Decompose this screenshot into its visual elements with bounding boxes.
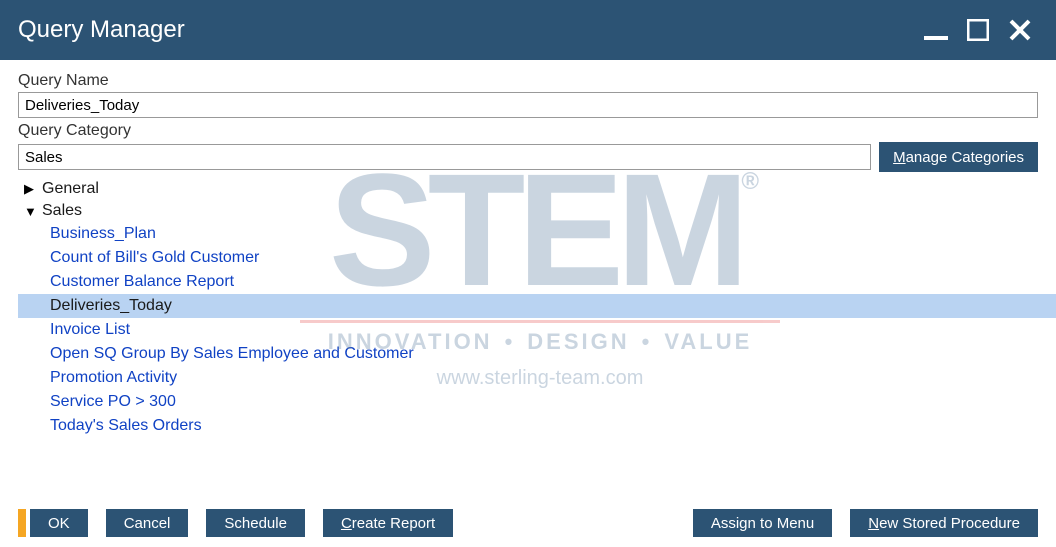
tree-item[interactable]: Count of Bill's Gold Customer	[46, 246, 1038, 270]
tree-item-selected[interactable]: Deliveries_Today	[18, 294, 1056, 318]
cancel-button[interactable]: Cancel	[106, 509, 189, 537]
tree-node-sales[interactable]: ▼ Sales	[18, 200, 1038, 222]
tree-item[interactable]: Open SQ Group By Sales Employee and Cust…	[46, 342, 1038, 366]
titlebar: Query Manager	[0, 0, 1056, 60]
tree-item[interactable]: Business_Plan	[46, 222, 1038, 246]
tree-item[interactable]: Service PO > 300	[46, 390, 1038, 414]
tree-item[interactable]: Promotion Activity	[46, 366, 1038, 390]
query-name-input[interactable]	[18, 92, 1038, 118]
chevron-down-icon: ▼	[24, 204, 38, 219]
tree-item[interactable]: Customer Balance Report	[46, 270, 1038, 294]
tree-children-sales: Business_Plan Count of Bill's Gold Custo…	[46, 222, 1038, 438]
query-name-label: Query Name	[18, 72, 1038, 90]
create-report-button[interactable]: Create Report	[323, 509, 453, 537]
new-stored-procedure-button[interactable]: New Stored Procedure	[850, 509, 1038, 537]
ok-button[interactable]: OK	[30, 509, 88, 537]
manage-categories-button[interactable]: Manage Categories	[879, 142, 1038, 172]
maximize-button[interactable]	[960, 12, 996, 48]
window-title: Query Manager	[18, 16, 912, 44]
chevron-right-icon: ▶	[24, 181, 38, 197]
tree-item[interactable]: Today's Sales Orders	[46, 414, 1038, 438]
minimize-button[interactable]	[918, 12, 954, 48]
content-area: Query Name Query Category Manage Categor…	[0, 60, 1056, 438]
tree-item[interactable]: Invoice List	[46, 318, 1038, 342]
query-category-input[interactable]	[18, 144, 871, 170]
schedule-button[interactable]: Schedule	[206, 509, 305, 537]
assign-to-menu-button[interactable]: Assign to Menu	[693, 509, 832, 537]
query-category-label: Query Category	[18, 122, 1038, 140]
close-button[interactable]	[1002, 12, 1038, 48]
orange-indicator	[18, 509, 26, 537]
category-tree: ▶ General ▼ Sales Business_Plan Count of…	[18, 178, 1038, 438]
footer-toolbar: OK Cancel Schedule Create Report Assign …	[0, 509, 1056, 537]
tree-node-general[interactable]: ▶ General	[18, 178, 1038, 200]
